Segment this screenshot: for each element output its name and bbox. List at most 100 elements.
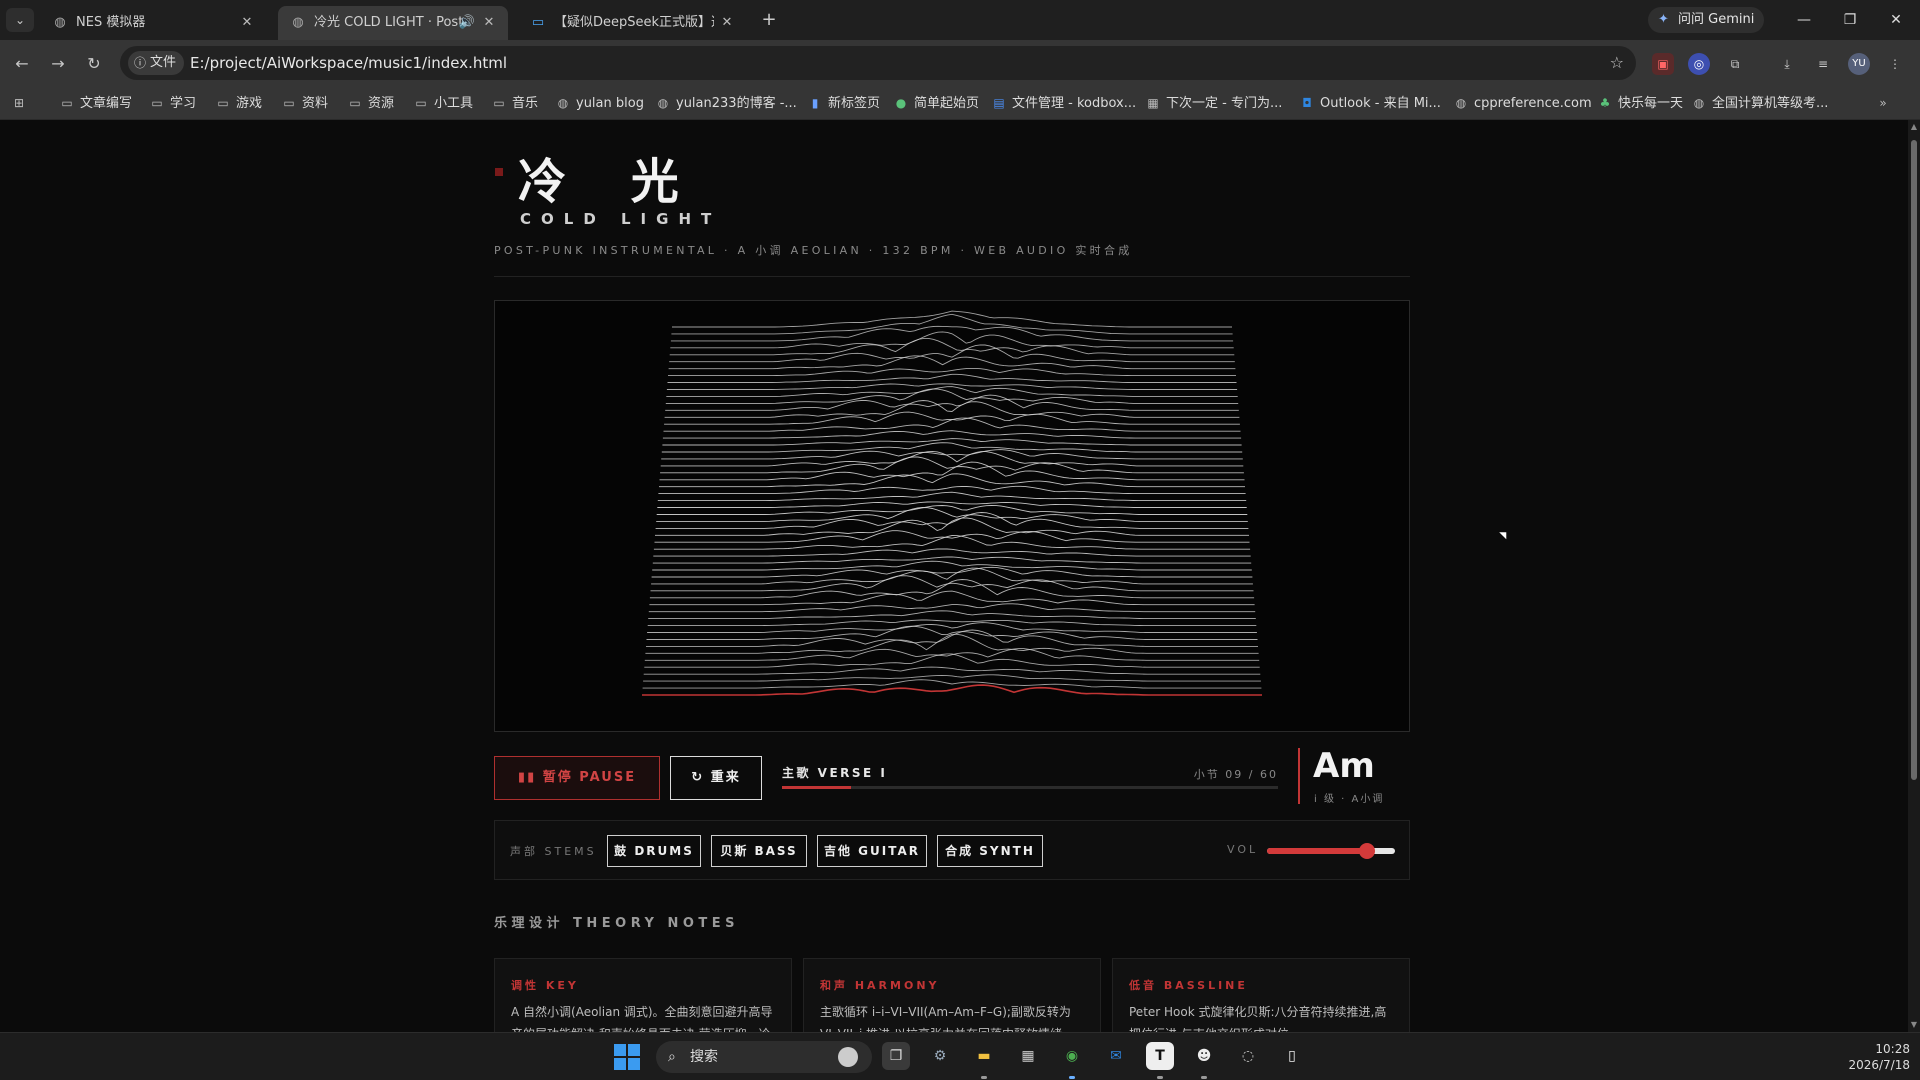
bookmark-link[interactable]: ◍ yulan blog <box>554 86 644 120</box>
outlook-app-icon[interactable]: ✉ <box>1102 1042 1130 1070</box>
bookmark-link[interactable]: ▮ 新标签页 <box>806 86 880 120</box>
bookmark-link[interactable]: ● 简单起始页 <box>892 86 979 120</box>
extension-icon[interactable]: ◎ <box>1688 53 1710 75</box>
minimize-button[interactable]: — <box>1784 6 1824 34</box>
media-control-icon[interactable]: ≡ <box>1812 53 1834 75</box>
store-icon[interactable]: ▦ <box>1014 1042 1042 1070</box>
tab-nes[interactable]: ◍ NES 模拟器 ✕ <box>40 6 266 40</box>
theory-card-harmony: 和声 HARMONY 主歌循环 i–i–VI–VII(Am–Am–F–G);副歌… <box>803 958 1101 1032</box>
forward-icon[interactable]: → <box>44 50 72 78</box>
browser-toolbar: ← → ↻ ⓘ 文件 E:/project/AiWorkspace/music1… <box>0 40 1920 86</box>
apps-grid-icon[interactable]: ⊞ <box>10 86 32 120</box>
system-clock[interactable]: 10:28 2026/7/18 <box>1830 1041 1910 1073</box>
speaker-icon[interactable]: 🔊 <box>458 14 476 32</box>
sparkle-icon: ✦ <box>1658 12 1669 27</box>
file-explorer-icon[interactable]: ▬ <box>970 1042 998 1070</box>
bookmark-link[interactable]: ▦ 下次一定 - 专门为... <box>1144 86 1282 120</box>
bookmark-link[interactable]: ◍ 全国计算机等级考... <box>1690 86 1829 120</box>
waveform-line <box>647 619 1257 627</box>
tab-search-button[interactable]: ⌄ <box>6 8 34 32</box>
site-info-chip[interactable]: ⓘ 文件 <box>128 51 185 75</box>
bookmark-folder[interactable]: ▭ 游戏 <box>214 86 262 120</box>
waveform-line <box>644 648 1260 661</box>
new-tab-button[interactable]: + <box>758 9 780 31</box>
tab-title: 【疑似DeepSeek正式版】这才 <box>554 15 714 30</box>
close-icon[interactable]: ✕ <box>480 14 498 32</box>
bookmark-folder[interactable]: ▭ 音乐 <box>490 86 538 120</box>
stem-toggle-drums[interactable]: 鼓 DRUMS <box>607 835 701 867</box>
bookmark-link[interactable]: ♣ 快乐每一天 <box>1596 86 1683 120</box>
bookmark-link[interactable]: ◍ yulan233的博客 -... <box>654 86 797 120</box>
card-title: 和声 HARMONY <box>820 979 940 992</box>
page-viewport: 冷 光 COLD LIGHT POST-PUNK INSTRUMENTAL · … <box>0 120 1908 1032</box>
folder-icon: ▭ <box>217 96 229 110</box>
bookmark-link[interactable]: ▤ 文件管理 - kodbox... <box>990 86 1136 120</box>
bookmark-label: 下次一定 - 专门为... <box>1166 96 1283 111</box>
waveform-line <box>662 438 1242 446</box>
volume-slider[interactable] <box>1267 843 1395 859</box>
taskbar-search[interactable]: ⌕ 搜索 <box>656 1041 872 1073</box>
bookmark-folder[interactable]: ▭ 小工具 <box>412 86 473 120</box>
phone-link-icon[interactable]: ▯ <box>1278 1042 1306 1070</box>
address-bar[interactable]: ⓘ 文件 E:/project/AiWorkspace/music1/index… <box>120 46 1636 80</box>
running-indicator <box>1069 1076 1075 1079</box>
globe-icon: ◍ <box>657 96 669 110</box>
pause-button[interactable]: ▮▮ 暂停 PAUSE <box>494 756 660 800</box>
bookmark-folder[interactable]: ▭ 资源 <box>346 86 394 120</box>
url-text[interactable]: E:/project/AiWorkspace/music1/index.html <box>190 46 507 80</box>
app-icon[interactable]: ◌ <box>1234 1042 1262 1070</box>
close-icon[interactable]: ✕ <box>718 14 736 32</box>
waveform-line <box>643 674 1261 682</box>
tab-cold-light[interactable]: ◍ 冷光 COLD LIGHT · Post-P 🔊 ✕ <box>278 6 508 40</box>
gemini-label: 问问 Gemini <box>1678 12 1755 27</box>
stem-toggle-synth[interactable]: 合成 SYNTH <box>937 835 1043 867</box>
menu-kebab-icon[interactable]: ⋮ <box>1884 53 1906 75</box>
bookmark-folder[interactable]: ▭ 文章编写 <box>58 86 132 120</box>
extensions-puzzle-icon[interactable]: ⧉ <box>1724 53 1746 75</box>
bookmark-label: 文件管理 - kodbox... <box>1012 96 1137 111</box>
restart-button[interactable]: ↻ 重来 <box>670 756 762 800</box>
gemini-button[interactable]: ✦ 问问 Gemini <box>1648 7 1764 33</box>
stem-toggle-bass[interactable]: 贝斯 BASS <box>711 835 807 867</box>
typora-icon[interactable]: T <box>1146 1042 1174 1070</box>
scroll-down-icon[interactable]: ▼ <box>1909 1020 1919 1030</box>
stem-toggle-guitar[interactable]: 吉他 GUITAR <box>817 835 927 867</box>
bookmark-folder[interactable]: ▭ 学习 <box>148 86 196 120</box>
card-body: A 自然小调(Aeolian 调式)。全曲刻意回避升高导音的属功能解决,和声始终… <box>511 1005 773 1032</box>
scroll-up-icon[interactable]: ▲ <box>1909 122 1919 132</box>
bookmark-star-icon[interactable]: ☆ <box>1610 46 1624 80</box>
waveform-line <box>672 310 1232 328</box>
scrollbar-thumb[interactable] <box>1911 140 1917 780</box>
restore-button[interactable]: ❐ <box>1830 6 1870 34</box>
globe-icon: ◍ <box>1693 96 1705 110</box>
folder-icon: ▭ <box>349 96 361 110</box>
folder-icon: ▭ <box>493 96 505 110</box>
bookmark-link[interactable]: ◍ cppreference.com <box>1452 86 1592 120</box>
download-icon[interactable]: ⤓ <box>1776 53 1798 75</box>
bookmark-label: 新标签页 <box>828 96 881 111</box>
tab-deepseek[interactable]: ▭ 【疑似DeepSeek正式版】这才 ✕ <box>518 6 746 40</box>
ridgeline-waveform <box>642 310 1262 696</box>
qq-icon[interactable]: ☻ <box>1190 1042 1218 1070</box>
more-bookmarks-icon[interactable]: » <box>1874 86 1896 120</box>
stems-panel: 声部 STEMS 鼓 DRUMS 贝斯 BASS 吉他 GUITAR 合成 SY… <box>494 820 1410 880</box>
theory-card-key: 调性 KEY A 自然小调(Aeolian 调式)。全曲刻意回避升高导音的属功能… <box>494 958 792 1032</box>
song-progress-bar[interactable] <box>782 786 1278 789</box>
profile-avatar[interactable]: YU <box>1848 53 1870 75</box>
bookmark-label: 快乐每一天 <box>1618 96 1684 111</box>
chrome-icon[interactable]: ◉ <box>1058 1042 1086 1070</box>
windows-start-icon[interactable] <box>614 1044 640 1070</box>
reload-icon[interactable]: ↻ <box>80 50 108 78</box>
bookmark-folder[interactable]: ▭ 资料 <box>280 86 328 120</box>
task-view-icon[interactable]: ❐ <box>882 1042 910 1070</box>
volume-handle[interactable] <box>1358 843 1375 859</box>
settings-gear-icon[interactable]: ⚙ <box>926 1042 954 1070</box>
extension-icon[interactable]: ▣ <box>1652 53 1674 75</box>
back-icon[interactable]: ← <box>8 50 36 78</box>
window-close-button[interactable]: ✕ <box>1876 6 1916 34</box>
bookmark-link[interactable]: ◘ Outlook - 来自 Mi... <box>1298 86 1441 120</box>
folder-icon: ▭ <box>61 96 73 110</box>
page-scrollbar[interactable]: ▲ ▼ <box>1908 120 1920 1032</box>
waveform-line <box>653 548 1251 557</box>
close-icon[interactable]: ✕ <box>238 14 256 32</box>
